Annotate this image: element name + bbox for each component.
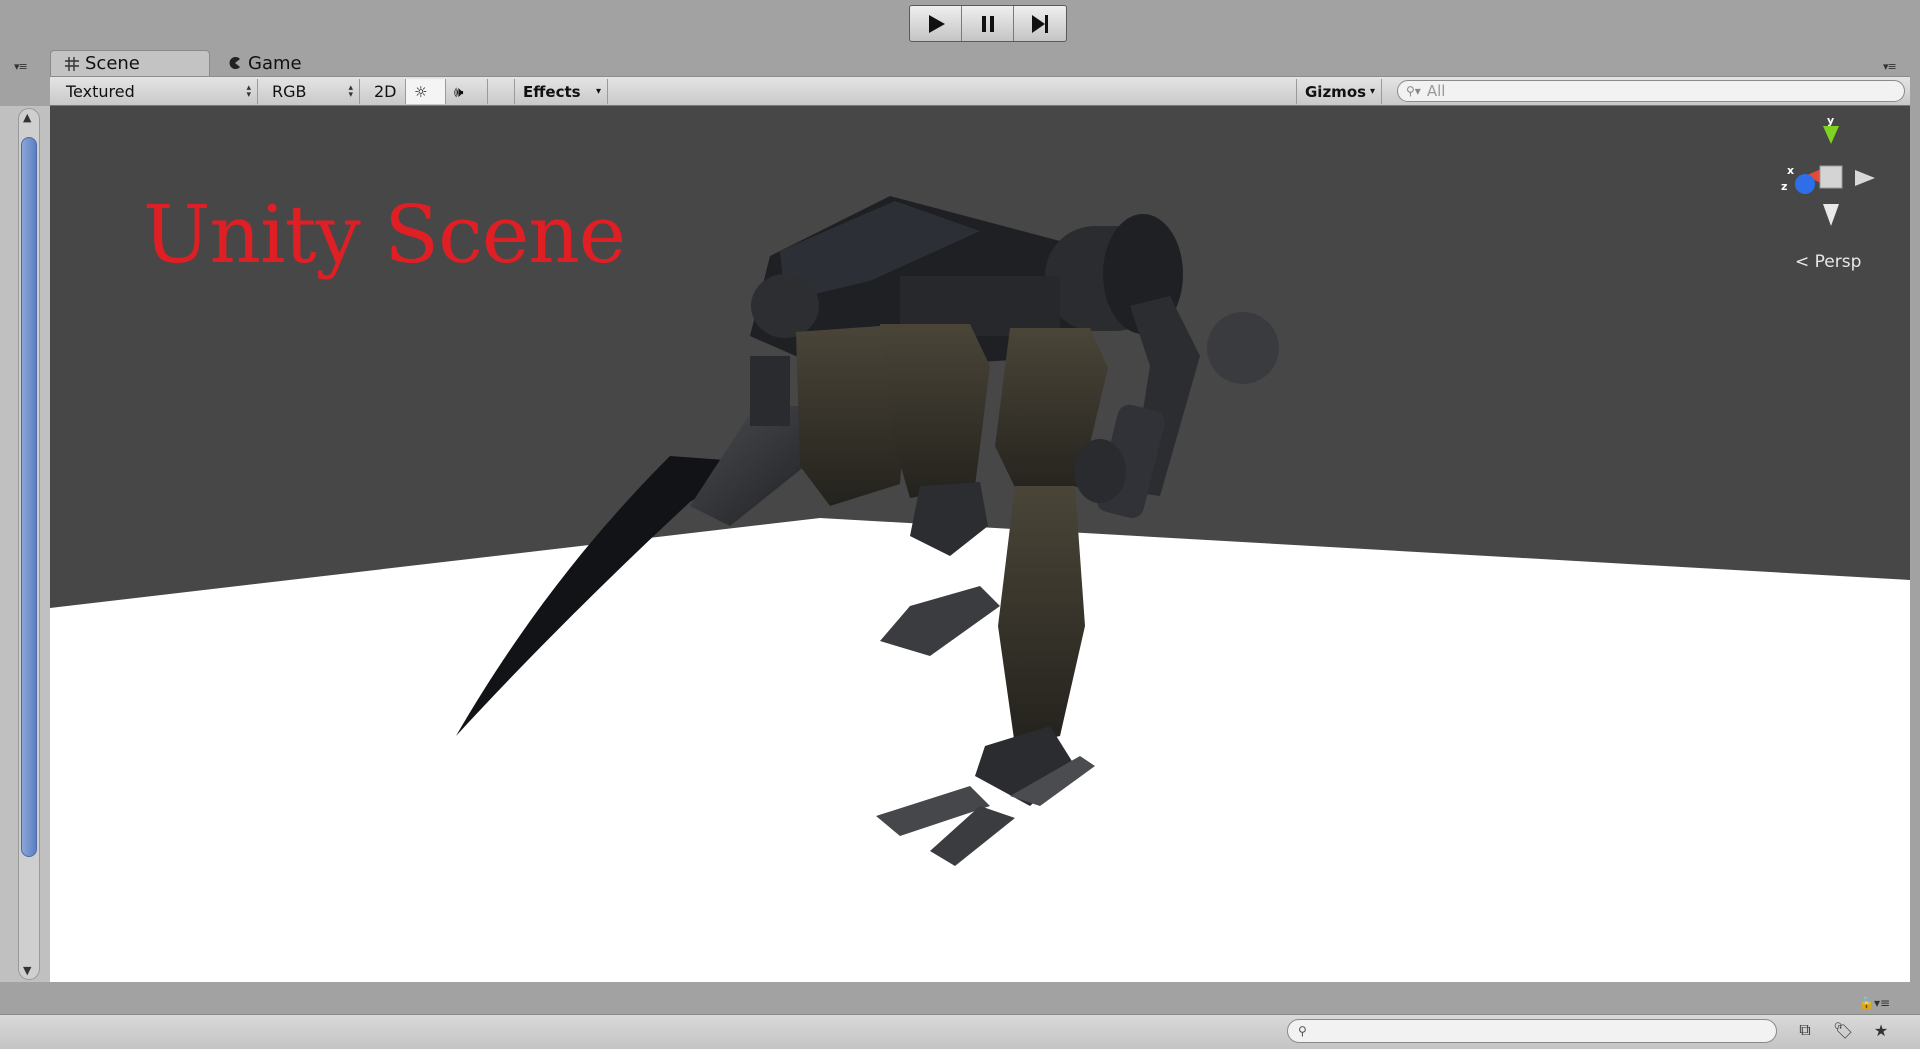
step-icon <box>1032 14 1048 33</box>
gizmos-label: Gizmos <box>1305 82 1367 101</box>
panel-divider <box>0 982 1920 998</box>
play-icon <box>928 14 945 33</box>
scene-viewport[interactable]: Unity Scene y x z < Persp <box>50 106 1910 982</box>
toggle-2d-button[interactable]: 2D <box>366 79 406 104</box>
tab-scene-label: Scene <box>85 53 140 74</box>
scroll-down-icon[interactable]: ▼ <box>23 964 31 977</box>
axis-gizmo-icon: y x z <box>1781 116 1875 226</box>
scrollbar-thumb[interactable] <box>21 137 37 857</box>
dropdown-arrow-icon: ▾ <box>1369 86 1375 97</box>
play-controls <box>909 5 1067 42</box>
lock-icon[interactable]: 🔒▾≡ <box>1859 996 1890 1010</box>
render-mode-label: RGB <box>272 82 307 101</box>
axis-x-label: x <box>1787 164 1794 177</box>
project-search-input[interactable]: ⚲ <box>1287 1019 1777 1043</box>
tab-scene[interactable]: Scene <box>50 50 210 76</box>
pause-icon <box>981 15 994 32</box>
scene-search-placeholder: All <box>1426 82 1446 100</box>
projection-label: Persp <box>1814 252 1862 272</box>
filter-by-type-icon[interactable]: ⧉ <box>1795 1019 1815 1041</box>
audio-toggle[interactable]: 🕪 <box>446 79 488 104</box>
axis-z-label: z <box>1781 180 1787 193</box>
speaker-icon: 🕪 <box>454 82 464 101</box>
filter-by-label-icon[interactable]: 🏷 <box>1833 1019 1853 1041</box>
scene-search-input[interactable]: ⚲▾ All <box>1397 80 1905 102</box>
gizmos-dropdown[interactable]: Gizmos ▾ <box>1296 79 1382 104</box>
search-icon: ⚲▾ <box>1406 84 1421 98</box>
draw-mode-dropdown[interactable]: Textured ▴ ▾ <box>58 79 258 104</box>
unity-editor: ▾≡ Scene Game ▾≡ Textured ▴ ▾ RGB ▴ ▾ 2D ☼ <box>0 0 1920 1049</box>
projection-icon: < <box>1795 252 1810 272</box>
updown-arrows-icon: ▴ ▾ <box>348 82 353 100</box>
lighting-toggle[interactable]: ☼ <box>406 79 446 104</box>
dropdown-arrow-icon: ▾ <box>595 86 601 97</box>
vertical-scrollbar[interactable]: ▲ ▼ <box>18 108 40 980</box>
sun-icon: ☼ <box>414 82 428 101</box>
scene-toolbar: Textured ▴ ▾ RGB ▴ ▾ 2D ☼ 🕪 Effects ▾ Gizm… <box>50 76 1910 106</box>
play-button[interactable] <box>910 6 962 41</box>
favorites-star-icon[interactable]: ★ <box>1871 1019 1891 1041</box>
orientation-gizmo[interactable]: y x z <box>1775 116 1885 236</box>
pause-button[interactable] <box>962 6 1014 41</box>
toggle-2d-label: 2D <box>374 82 397 101</box>
scroll-up-icon[interactable]: ▲ <box>23 111 31 124</box>
projection-toggle[interactable]: < Persp <box>1795 252 1861 272</box>
draw-mode-label: Textured <box>66 82 135 101</box>
scene-overlay-title: Unity Scene <box>143 188 626 281</box>
axis-y-label: y <box>1827 116 1834 127</box>
tab-bar: ▾≡ Scene Game ▾≡ <box>0 48 1920 76</box>
tab-game-label: Game <box>248 52 302 74</box>
search-icon: ⚲ <box>1298 1024 1307 1038</box>
pacman-icon <box>229 57 240 69</box>
panel-menu-icon[interactable]: ▾≡ <box>14 60 28 73</box>
project-toolbar: ⚲ ⧉ 🏷 ★ <box>0 1014 1920 1049</box>
render-mode-dropdown[interactable]: RGB ▴ ▾ <box>264 79 360 104</box>
effects-dropdown[interactable]: Effects ▾ <box>514 79 608 104</box>
grid-hash-icon <box>65 56 79 71</box>
filter-icons: ⧉ 🏷 ★ <box>1795 1019 1891 1041</box>
tab-game[interactable]: Game <box>214 50 334 76</box>
updown-arrows-icon: ▴ ▾ <box>246 82 251 100</box>
panel-options-icon[interactable]: ▾≡ <box>1883 60 1897 73</box>
step-button[interactable] <box>1014 6 1066 41</box>
effects-label: Effects <box>523 82 581 101</box>
